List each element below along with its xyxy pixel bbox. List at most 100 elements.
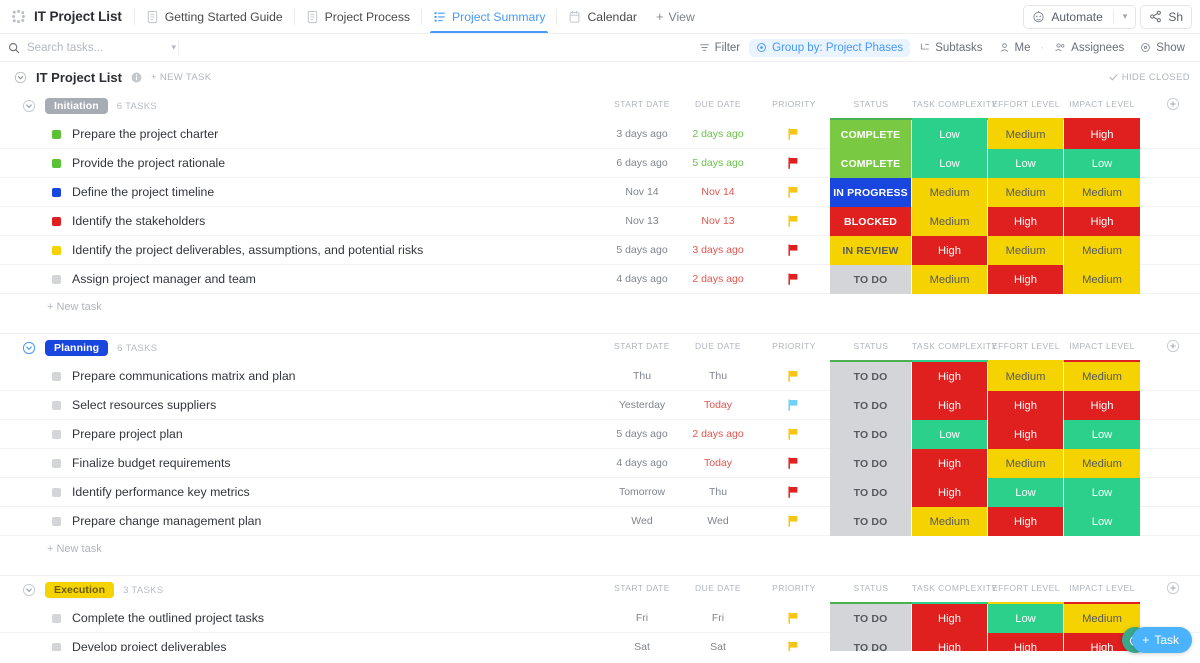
task-task-complexity-cell[interactable]: Low [912, 420, 988, 449]
priority-flag-icon[interactable] [786, 127, 800, 141]
task-impact-level-cell[interactable]: High [1064, 207, 1140, 236]
group-badge[interactable]: Planning [45, 340, 108, 357]
task-impact-level-cell[interactable]: High [1064, 391, 1140, 420]
chevron-down-icon[interactable]: ▾ [171, 42, 176, 53]
task-effort-level-cell[interactable]: Medium [988, 178, 1064, 207]
subtasks-button[interactable]: Subtasks [912, 39, 989, 57]
task-task-complexity-cell[interactable]: Low [912, 149, 988, 178]
task-effort-level-cell[interactable]: High [988, 507, 1064, 536]
assignees-button[interactable]: Assignees [1047, 39, 1131, 57]
task-impact-level-cell[interactable]: High [1064, 120, 1140, 149]
task-task-complexity-cell[interactable]: High [912, 391, 988, 420]
task-name[interactable]: Prepare project plan [72, 427, 183, 441]
task-status-dot[interactable] [52, 430, 61, 439]
task-start-date[interactable]: Yesterday [600, 399, 684, 411]
table-row[interactable]: Assign project manager and team 4 days ag… [0, 265, 1200, 294]
column-header-impact_level[interactable]: IMPACT LEVEL [1064, 99, 1140, 109]
task-start-date[interactable]: Fri [600, 612, 684, 624]
priority-flag-icon[interactable] [786, 427, 800, 441]
task-impact-level-cell[interactable]: Low [1064, 420, 1140, 449]
task-impact-level-cell[interactable]: Low [1064, 478, 1140, 507]
column-header-impact_level[interactable]: IMPACT LEVEL [1064, 583, 1140, 593]
column-header-priority[interactable]: PRIORITY [752, 583, 836, 593]
task-name[interactable]: Prepare change management plan [72, 514, 261, 528]
task-status-cell[interactable]: TO DO [830, 449, 912, 478]
column-header-effort_level[interactable]: EFFORT LEVEL [988, 341, 1064, 351]
table-row[interactable]: Prepare communications matrix and planTh… [0, 362, 1200, 391]
task-impact-level-cell[interactable]: Medium [1064, 236, 1140, 265]
column-header-due_date[interactable]: DUE DATE [676, 341, 760, 351]
automate-button[interactable]: Automate ▾ [1023, 5, 1136, 29]
task-status-cell[interactable]: IN PROGRESS [830, 178, 912, 207]
priority-flag-icon[interactable] [786, 485, 800, 499]
task-due-date[interactable]: Thu [676, 370, 760, 382]
task-start-date[interactable]: 6 days ago [600, 157, 684, 169]
priority-flag-icon[interactable] [786, 156, 800, 170]
task-name[interactable]: Develop project deliverables [72, 640, 226, 651]
table-row[interactable]: Select resources suppliersYesterdayToday… [0, 391, 1200, 420]
task-due-date[interactable]: 2 days ago [676, 128, 760, 140]
group-by-button[interactable]: Group by: Project Phases [749, 39, 910, 57]
task-status-dot[interactable] [52, 517, 61, 526]
task-task-complexity-cell[interactable]: Medium [912, 507, 988, 536]
task-status-cell[interactable]: BLOCKED [830, 207, 912, 236]
task-start-date[interactable]: 5 days ago [600, 244, 684, 256]
task-status-cell[interactable]: TO DO [830, 362, 912, 391]
column-header-due_date[interactable]: DUE DATE [676, 99, 760, 109]
task-task-complexity-cell[interactable]: High [912, 633, 988, 651]
column-header-task_complexity[interactable]: TASK COMPLEXITY [912, 583, 988, 593]
table-row[interactable]: Identify performance key metricsTomorrow… [0, 478, 1200, 507]
tab-project-process[interactable]: Project Process [297, 0, 419, 33]
task-impact-level-cell[interactable]: Low [1064, 149, 1140, 178]
column-header-status[interactable]: STATUS [830, 583, 912, 593]
priority-flag-icon[interactable] [786, 272, 800, 286]
task-status-cell[interactable]: TO DO [830, 420, 912, 449]
column-header-effort_level[interactable]: EFFORT LEVEL [988, 583, 1064, 593]
table-row[interactable]: Prepare change management planWedWedTO D… [0, 507, 1200, 536]
table-row[interactable]: Prepare project plan5 days ago2 days ago… [0, 420, 1200, 449]
add-task-button[interactable]: + Task [1132, 627, 1192, 653]
priority-flag-icon[interactable] [786, 214, 800, 228]
search-input[interactable] [27, 42, 139, 54]
task-name[interactable]: Assign project manager and team [72, 272, 256, 286]
priority-flag-icon[interactable] [786, 611, 800, 625]
task-impact-level-cell[interactable]: Medium [1064, 178, 1140, 207]
task-due-date[interactable]: Sat [676, 641, 760, 651]
task-name[interactable]: Complete the outlined project tasks [72, 611, 264, 625]
task-status-cell[interactable]: TO DO [830, 265, 912, 294]
table-row[interactable]: Finalize budget requirements4 days agoTo… [0, 449, 1200, 478]
task-due-date[interactable]: Today [676, 399, 760, 411]
task-due-date[interactable]: 2 days ago [676, 273, 760, 285]
table-row[interactable]: Prepare the project charter3 days ago2 d… [0, 120, 1200, 149]
task-status-dot[interactable] [52, 488, 61, 497]
add-column-button[interactable] [1166, 581, 1180, 595]
priority-flag-icon[interactable] [786, 243, 800, 257]
task-status-dot[interactable] [52, 275, 61, 284]
priority-flag-icon[interactable] [786, 369, 800, 383]
column-header-priority[interactable]: PRIORITY [752, 341, 836, 351]
task-status-dot[interactable] [52, 643, 61, 652]
task-status-dot[interactable] [52, 401, 61, 410]
group-badge[interactable]: Execution [45, 582, 114, 599]
task-effort-level-cell[interactable]: Medium [988, 236, 1064, 265]
tab-calendar[interactable]: Calendar [559, 0, 645, 33]
priority-flag-icon[interactable] [786, 514, 800, 528]
task-effort-level-cell[interactable]: High [988, 207, 1064, 236]
task-impact-level-cell[interactable]: Medium [1064, 265, 1140, 294]
task-effort-level-cell[interactable]: Medium [988, 120, 1064, 149]
task-task-complexity-cell[interactable]: Medium [912, 207, 988, 236]
table-row[interactable]: Develop project deliverablesSatSatTO DOH… [0, 633, 1200, 651]
task-status-dot[interactable] [52, 614, 61, 623]
task-status-cell[interactable]: TO DO [830, 507, 912, 536]
collapse-caret-icon[interactable] [22, 99, 36, 113]
column-header-start_date[interactable]: START DATE [600, 583, 684, 593]
priority-flag-icon[interactable] [786, 185, 800, 199]
task-start-date[interactable]: Nov 14 [600, 186, 684, 198]
tab-getting-started-guide[interactable]: Getting Started Guide [137, 0, 292, 33]
task-board[interactable]: Initiation6 TASKSSTART DATEDUE DATEPRIOR… [0, 92, 1200, 651]
task-task-complexity-cell[interactable]: High [912, 449, 988, 478]
new-task-link[interactable]: + NEW TASK [151, 72, 211, 83]
table-row[interactable]: Define the project timelineNov 14Nov 14I… [0, 178, 1200, 207]
task-start-date[interactable]: 4 days ago [600, 273, 684, 285]
table-row[interactable]: Identify the stakeholdersNov 13Nov 13BLO… [0, 207, 1200, 236]
